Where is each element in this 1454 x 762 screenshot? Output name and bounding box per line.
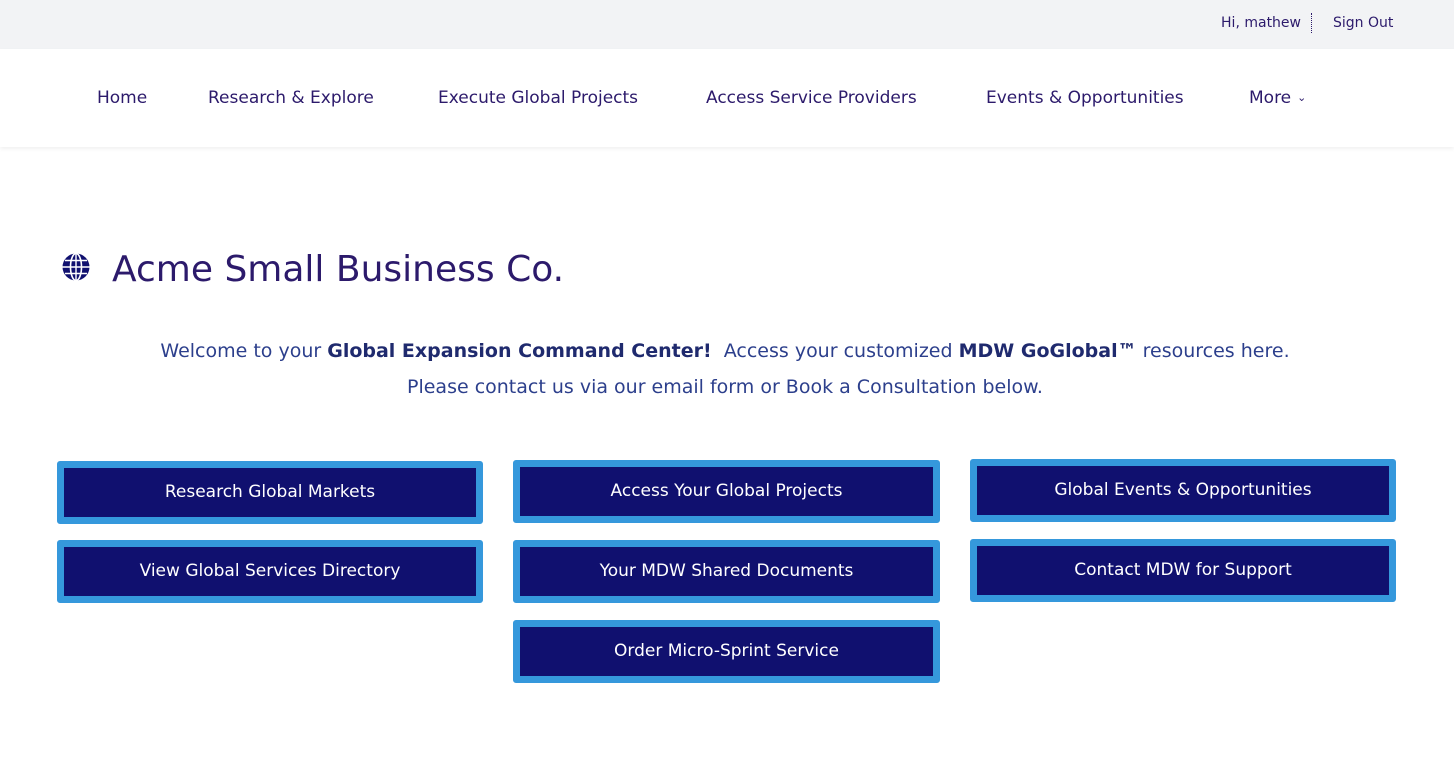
research-global-markets-button[interactable]: Research Global Markets [57,461,483,524]
shared-documents-button[interactable]: Your MDW Shared Documents [513,540,940,603]
globe-icon [62,252,90,282]
welcome-line-2: Please contact us via our email form or … [407,376,1043,398]
command-center-label: Global Expansion Command Center! [327,340,712,362]
nav-item-events-opportunities[interactable]: Events & Opportunities [986,87,1184,109]
nav-item-home[interactable]: Home [97,87,147,109]
company-name: Acme Small Business Co. [112,249,565,290]
order-micro-sprint-button[interactable]: Order Micro-Sprint Service [513,620,940,683]
nav-item-execute-global-projects[interactable]: Execute Global Projects [438,87,638,109]
welcome-line-1: Welcome to your Global Expansion Command… [0,333,1450,369]
welcome-text: Access your customized [711,340,959,362]
welcome-text: Welcome to your [160,340,328,362]
sign-out-link[interactable]: Sign Out [1333,13,1393,33]
access-global-projects-button[interactable]: Access Your Global Projects [513,460,940,523]
view-services-directory-button[interactable]: View Global Services Directory [57,540,483,603]
goglobal-label: MDW GoGlobal™ [958,340,1137,362]
nav-item-research-explore[interactable]: Research & Explore [208,87,374,109]
welcome-message: Welcome to your Global Expansion Command… [0,333,1450,405]
user-greeting: Hi, mathew [1221,13,1312,33]
global-events-button[interactable]: Global Events & Opportunities [970,459,1396,522]
contact-support-button[interactable]: Contact MDW for Support [970,539,1396,602]
welcome-text: resources here. [1136,340,1290,362]
nav-item-more-label: More [1249,88,1292,108]
utility-bar: Hi, mathew Sign Out [0,0,1454,49]
nav-item-more[interactable]: More ⌄ [1249,87,1306,111]
main-nav: Home Research & Explore Execute Global P… [0,49,1454,147]
chevron-down-icon: ⌄ [1297,91,1307,104]
nav-item-access-service-providers[interactable]: Access Service Providers [706,87,917,109]
